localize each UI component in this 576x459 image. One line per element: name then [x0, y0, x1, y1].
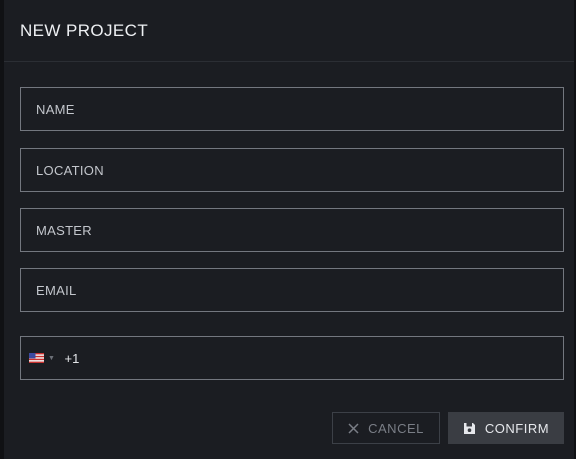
dialog-header: NEW PROJECT [4, 0, 574, 62]
dialog-title: NEW PROJECT [20, 20, 149, 40]
chevron-down-icon: ▼ [48, 354, 55, 362]
close-icon [348, 422, 359, 434]
email-input[interactable] [34, 281, 563, 299]
name-field[interactable] [20, 87, 564, 131]
new-project-dialog: NEW PROJECT ▼ +1 [0, 0, 576, 459]
location-field[interactable] [20, 148, 564, 192]
email-field[interactable] [20, 268, 564, 312]
cancel-label: CANCEL [368, 420, 424, 436]
master-field[interactable] [20, 208, 564, 252]
location-input[interactable] [34, 161, 563, 179]
country-code-select[interactable]: ▼ [29, 353, 64, 363]
us-flag-icon [29, 353, 44, 363]
master-input[interactable] [34, 221, 563, 239]
cancel-button[interactable]: CANCEL [332, 412, 440, 444]
dial-code: +1 [64, 350, 80, 366]
confirm-button[interactable]: CONFIRM [448, 412, 564, 444]
phone-field[interactable]: ▼ +1 [20, 336, 564, 380]
phone-input[interactable] [85, 349, 563, 367]
confirm-label: CONFIRM [484, 420, 550, 436]
name-input[interactable] [34, 100, 563, 118]
save-icon [463, 422, 476, 435]
